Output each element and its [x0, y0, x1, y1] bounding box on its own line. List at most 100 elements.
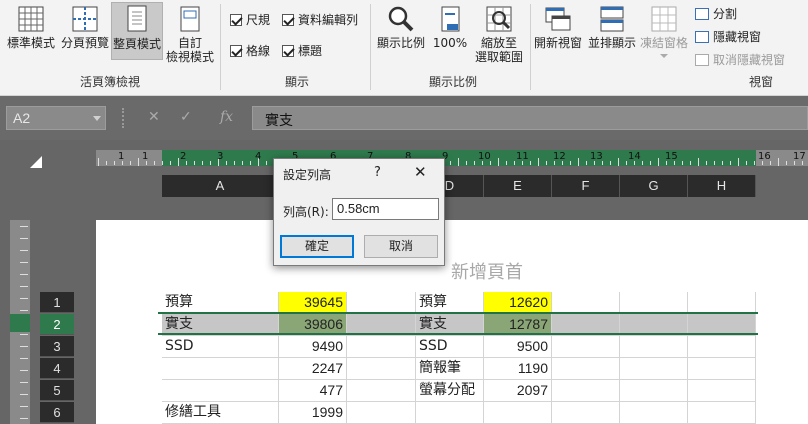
- column-header-a[interactable]: A: [162, 175, 279, 197]
- column-header-e[interactable]: E: [484, 175, 552, 197]
- cell-b6[interactable]: 1999: [279, 402, 347, 424]
- custom-views-button[interactable]: 自訂 檢視模式: [164, 4, 216, 66]
- cell-e5[interactable]: 2097: [484, 380, 552, 402]
- new-window-button[interactable]: 開新視窗: [532, 4, 584, 58]
- cell-c6[interactable]: [347, 402, 416, 424]
- hide-window-button[interactable]: 隱藏視窗: [695, 28, 761, 45]
- cell-f1[interactable]: [552, 292, 620, 314]
- cell-a1[interactable]: 預算: [162, 292, 279, 314]
- cell-b4[interactable]: 2247: [279, 358, 347, 380]
- ruler-tick: [20, 418, 28, 419]
- cell-g3[interactable]: [620, 336, 688, 358]
- freeze-panes-icon: [651, 6, 677, 32]
- cell-b5[interactable]: 477: [279, 380, 347, 402]
- cell-e4[interactable]: 1190: [484, 358, 552, 380]
- ruler-tick: [658, 158, 659, 166]
- cell-a6[interactable]: 修繕工具: [162, 402, 279, 424]
- ruler-tick: [20, 358, 28, 359]
- help-icon[interactable]: ?: [374, 165, 381, 180]
- zoom-to-selection-button[interactable]: 縮放至 選取範圍: [472, 4, 526, 66]
- hide-window-icon: [695, 30, 709, 43]
- cell-f6[interactable]: [552, 402, 620, 424]
- zoom-label: 顯示比例: [376, 36, 425, 50]
- cell-b3[interactable]: 9490: [279, 336, 347, 358]
- cell-h5[interactable]: [688, 380, 756, 402]
- row-header-1[interactable]: 1: [40, 292, 74, 313]
- row-header-3[interactable]: 3: [40, 336, 74, 357]
- cell-g1[interactable]: [620, 292, 688, 314]
- zoom-button[interactable]: 顯示比例: [374, 4, 428, 58]
- cell-d4[interactable]: 簡報筆: [416, 358, 484, 380]
- zoom-100-label: 100%: [432, 36, 468, 50]
- page-break-preview-button[interactable]: 分頁預覽: [58, 4, 112, 58]
- cell-c5[interactable]: [347, 380, 416, 402]
- ok-button[interactable]: 確定: [280, 235, 354, 258]
- ruler-number: 10: [478, 151, 491, 162]
- ruler-tick: [20, 406, 28, 407]
- cell-c3[interactable]: [347, 336, 416, 358]
- enter-icon[interactable]: ✓: [180, 109, 192, 125]
- cell-h6[interactable]: [688, 402, 756, 424]
- cell-e3[interactable]: 9500: [484, 336, 552, 358]
- cell-g6[interactable]: [620, 402, 688, 424]
- name-box[interactable]: A2: [6, 106, 106, 130]
- cell-h4[interactable]: [688, 358, 756, 380]
- new-window-icon: [545, 7, 571, 31]
- cell-f5[interactable]: [552, 380, 620, 402]
- zoom-100-button[interactable]: 100%: [430, 4, 470, 58]
- custom-views-label-2: 檢視模式: [165, 50, 214, 64]
- cell-h3[interactable]: [688, 336, 756, 358]
- column-header-g[interactable]: G: [620, 175, 688, 197]
- workbook-views-group-label: 活頁簿檢視: [79, 75, 140, 89]
- cell-d6[interactable]: [416, 402, 484, 424]
- cell-g5[interactable]: [620, 380, 688, 402]
- row-height-input[interactable]: 0.58cm: [332, 198, 439, 220]
- cell-d3[interactable]: SSD: [416, 336, 484, 358]
- hide-window-label: 隱藏視窗: [713, 30, 762, 44]
- cell-e6[interactable]: [484, 402, 552, 424]
- normal-view-button[interactable]: 標準模式: [4, 4, 58, 58]
- cancel-button[interactable]: 取消: [364, 235, 438, 258]
- arrange-all-button[interactable]: 並排顯示: [586, 4, 638, 58]
- cell-f4[interactable]: [552, 358, 620, 380]
- formula-bar-grip[interactable]: [122, 108, 124, 128]
- row-header-4[interactable]: 4: [40, 358, 74, 379]
- select-all-corner-icon[interactable]: [30, 156, 42, 168]
- header-placeholder[interactable]: 新增頁首: [451, 258, 523, 284]
- ruler-checkbox[interactable]: 尺規: [230, 11, 270, 28]
- cell-a3[interactable]: SSD: [162, 336, 279, 358]
- cell-a4[interactable]: [162, 358, 279, 380]
- cell-a5[interactable]: [162, 380, 279, 402]
- ruler-number: 1: [142, 151, 149, 162]
- unhide-window-button[interactable]: 取消隱藏視窗: [695, 51, 785, 68]
- chevron-down-icon: [660, 54, 668, 58]
- page-layout-button[interactable]: 整頁模式: [111, 2, 163, 60]
- formula-bar-checkbox[interactable]: 資料編輯列: [282, 11, 358, 28]
- cancel-icon[interactable]: ✕: [148, 109, 160, 125]
- cell-f3[interactable]: [552, 336, 620, 358]
- insert-function-icon[interactable]: fx: [220, 109, 233, 125]
- row-header-5[interactable]: 5: [40, 380, 74, 401]
- column-header-f[interactable]: F: [552, 175, 620, 197]
- gridlines-checkbox[interactable]: 格線: [230, 42, 270, 59]
- cell-h1[interactable]: [688, 292, 756, 314]
- close-icon[interactable]: ✕: [414, 163, 427, 181]
- cell-d5[interactable]: 螢幕分配: [416, 380, 484, 402]
- split-button[interactable]: 分割: [695, 5, 737, 22]
- gridlines-checkbox-label: 格線: [246, 44, 271, 58]
- freeze-panes-button[interactable]: 凍結窗格: [638, 4, 690, 70]
- chevron-down-icon[interactable]: [93, 116, 101, 121]
- cell-c4[interactable]: [347, 358, 416, 380]
- ruler-tick: [618, 158, 619, 166]
- formula-input[interactable]: 實支: [252, 106, 808, 130]
- cell-c1[interactable]: [347, 292, 416, 314]
- row-header-2[interactable]: 2: [40, 314, 74, 335]
- cell-g4[interactable]: [620, 358, 688, 380]
- row-header-6[interactable]: 6: [40, 402, 74, 423]
- headings-checkbox[interactable]: 標題: [282, 42, 322, 59]
- cell-d1[interactable]: 預算: [416, 292, 484, 314]
- cell-b1[interactable]: 39645: [279, 292, 347, 314]
- cell-e1[interactable]: 12620: [484, 292, 552, 314]
- ruler-checkbox-label: 尺規: [246, 13, 271, 27]
- column-header-h[interactable]: H: [688, 175, 756, 197]
